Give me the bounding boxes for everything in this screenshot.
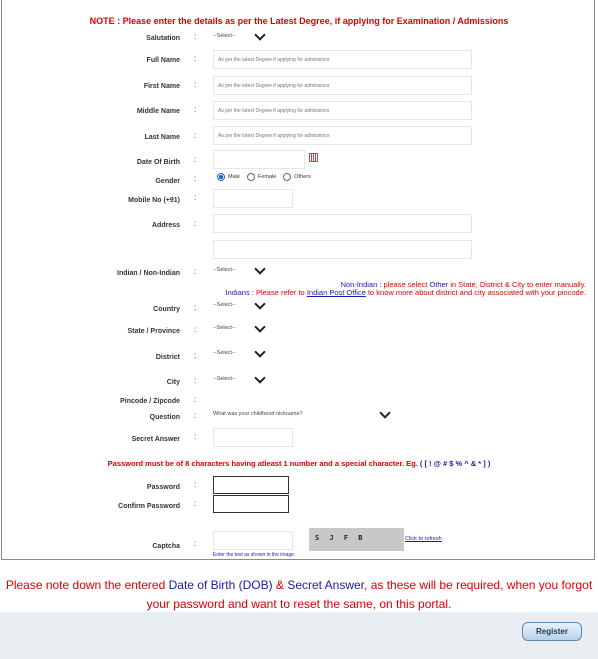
- colon: :: [194, 174, 197, 183]
- captcha-label: Captcha: [152, 543, 180, 550]
- country-label: Country: [153, 306, 180, 313]
- colon: :: [194, 32, 197, 41]
- city-select-value: --Select--: [213, 376, 236, 382]
- footer-bar: [0, 612, 598, 659]
- dob-input[interactable]: [213, 150, 305, 169]
- district-label: District: [155, 354, 180, 361]
- full-name-input[interactable]: As per the latest Degree if applying for…: [213, 50, 472, 69]
- pincode-label: Pincode / Zipcode: [120, 398, 180, 405]
- gender-others-radio[interactable]: [283, 173, 292, 181]
- salutation-select[interactable]: --Select--: [213, 28, 266, 41]
- confirm-password-input[interactable]: [213, 495, 289, 513]
- mobile-label: Mobile No (+91): [128, 197, 180, 204]
- question-select[interactable]: What was your childhood nickname?: [213, 406, 393, 419]
- bottom-note: Please note down the entered Date of Bir…: [0, 576, 598, 614]
- last-name-input[interactable]: As per the latest Degree if applying for…: [213, 126, 472, 145]
- dob-label: Date Of Birth: [136, 159, 180, 166]
- first-name-label: First Name: [143, 83, 180, 90]
- calendar-icon[interactable]: [309, 153, 318, 162]
- secret-answer-input[interactable]: [213, 428, 293, 447]
- bottom-note-text-2: &: [272, 578, 288, 592]
- district-select-value: --Select--: [213, 350, 236, 356]
- confirm-password-label: Confirm Password: [118, 503, 180, 510]
- colon: :: [194, 80, 197, 89]
- gender-others-label: Others: [294, 174, 311, 180]
- first-name-input[interactable]: As per the latest Degree if applying for…: [213, 76, 472, 95]
- address-label: Address: [151, 222, 180, 229]
- colon: :: [194, 395, 197, 404]
- password-label: Password: [146, 484, 180, 491]
- colon: :: [194, 499, 197, 508]
- colon: :: [194, 480, 197, 489]
- colon: :: [194, 432, 197, 441]
- captcha-image: S J F B: [309, 528, 404, 551]
- colon: :: [194, 54, 197, 63]
- colon: :: [194, 267, 197, 276]
- indians-info: Indians : Please refer to Indian Post Of…: [226, 288, 586, 297]
- indians-text-2: to know more about district and city ass…: [365, 288, 586, 297]
- colon: :: [194, 131, 197, 140]
- gender-male-label: Male: [228, 174, 240, 180]
- password-rule-text: Password must be of 8 characters having …: [107, 459, 418, 468]
- colon: :: [194, 325, 197, 334]
- state-label: State / Province: [127, 328, 180, 335]
- indian-select-value: --Select--: [213, 267, 236, 273]
- mobile-input[interactable]: [213, 189, 293, 208]
- colon: :: [194, 155, 197, 164]
- question-label: Question: [149, 414, 180, 421]
- password-input[interactable]: [213, 476, 289, 494]
- captcha-refresh-link[interactable]: Click to refresh: [405, 536, 442, 542]
- secret-answer-label: Secret Answer: [131, 436, 180, 443]
- full-name-label: Full Name: [146, 57, 180, 64]
- state-select[interactable]: --Select--: [213, 320, 266, 333]
- colon: :: [194, 376, 197, 385]
- city-label: City: [166, 379, 180, 386]
- question-select-value: What was your childhood nickname?: [213, 411, 303, 417]
- salutation-select-value: --Select--: [213, 33, 236, 39]
- indian-select[interactable]: --Select--: [213, 262, 266, 275]
- colon: :: [194, 539, 197, 548]
- colon: :: [194, 219, 197, 228]
- indians-text: Please refer to: [255, 288, 307, 297]
- colon: :: [194, 303, 197, 312]
- country-select-value: --Select--: [213, 302, 236, 308]
- middle-name-label: Middle Name: [136, 108, 180, 115]
- salutation-label: Salutation: [146, 35, 180, 42]
- state-select-value: --Select--: [213, 325, 236, 331]
- gender-female-radio[interactable]: [246, 173, 255, 181]
- password-rule: Password must be of 8 characters having …: [0, 459, 598, 468]
- gender-label: Gender: [155, 178, 180, 185]
- gender-female-label: Female: [257, 174, 277, 180]
- password-rule-example: ( [ ! @ # $ % ^ & * ] ): [419, 459, 491, 468]
- degree-note: NOTE : Please enter the details as per t…: [89, 16, 509, 26]
- register-button[interactable]: Register: [522, 622, 582, 641]
- colon: :: [194, 105, 197, 114]
- gender-male-radio[interactable]: [217, 173, 225, 181]
- captcha-hint: Enter the text as shown in the image: [213, 552, 294, 558]
- colon: :: [194, 193, 197, 202]
- address-line2-input[interactable]: [213, 240, 472, 259]
- city-select[interactable]: --Select--: [213, 371, 266, 384]
- colon: :: [194, 411, 197, 420]
- bottom-note-text-1: Please note down the entered: [5, 578, 169, 592]
- gender-radio-group: Male Female Others: [217, 173, 318, 181]
- captcha-input[interactable]: [213, 531, 293, 550]
- address-line1-input[interactable]: [213, 214, 472, 233]
- bottom-note-dob: Date of Birth (DOB): [168, 578, 273, 592]
- indian-post-office-link[interactable]: Indian Post Office: [307, 288, 366, 297]
- indian-label: Indian / Non-Indian: [117, 270, 180, 277]
- country-select[interactable]: --Select--: [213, 297, 266, 310]
- bottom-note-secret: Secret Answer: [287, 578, 365, 592]
- colon: :: [194, 351, 197, 360]
- last-name-label: Last Name: [144, 134, 180, 141]
- indians-prefix: Indians :: [225, 288, 256, 297]
- middle-name-input[interactable]: As per the latest Degree if applying for…: [213, 101, 472, 120]
- district-select[interactable]: --Select--: [213, 345, 266, 358]
